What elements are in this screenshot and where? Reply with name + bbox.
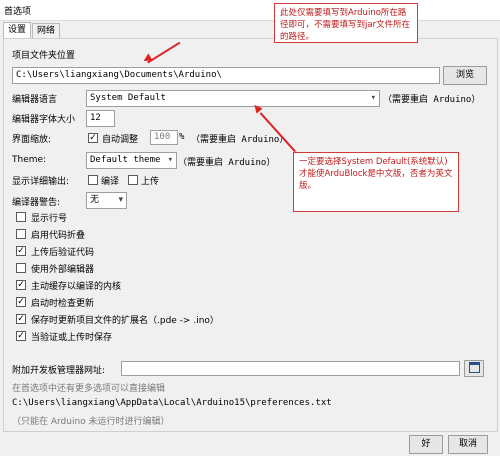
sketchbook-label: 项目文件夹位置 bbox=[12, 51, 76, 61]
option-checkbox[interactable] bbox=[16, 263, 26, 273]
option-update-extension[interactable]: ✓ 保存时更新项目文件的扩展名（.pde -> .ino） bbox=[16, 312, 316, 326]
board-manager-url-input[interactable] bbox=[121, 361, 460, 376]
check-icon: ✓ bbox=[17, 331, 25, 341]
check-icon: ✓ bbox=[17, 280, 25, 290]
check-icon: ✓ bbox=[17, 297, 25, 307]
option-label: 主动缓存以编译的内核 bbox=[31, 282, 122, 292]
theme-restart-note: （需要重启 Arduino） bbox=[178, 158, 276, 168]
window-icon bbox=[468, 362, 480, 373]
verbose-upload-checkbox[interactable] bbox=[128, 175, 138, 185]
ok-button[interactable]: 好 bbox=[409, 435, 443, 454]
warnings-value: 无 bbox=[90, 195, 100, 205]
font-size-input[interactable]: 12 bbox=[86, 110, 115, 127]
option-checkbox[interactable]: ✓ bbox=[16, 331, 26, 341]
verbose-upload-label: 上传 bbox=[141, 177, 160, 187]
language-restart-note: （需要重启 Arduino） bbox=[383, 95, 481, 105]
option-code-folding[interactable]: 启用代码折叠 bbox=[16, 227, 316, 241]
option-check-updates[interactable]: ✓ 启动时检查更新 bbox=[16, 295, 316, 309]
font-size-label: 编辑器字体大小 bbox=[12, 115, 76, 125]
chevron-down-icon: ▾ bbox=[118, 195, 123, 205]
check-icon: ✓ bbox=[17, 246, 25, 256]
option-checkbox[interactable]: ✓ bbox=[16, 297, 26, 307]
path-annotation: 此处仅需要填写到Arduino所在路径即可，不需要填写到jar文件所在的路径。 bbox=[274, 3, 418, 43]
chevron-down-icon: ▾ bbox=[167, 155, 173, 165]
language-label: 编辑器语言 bbox=[12, 95, 58, 105]
option-checkbox[interactable]: ✓ bbox=[16, 280, 26, 290]
window-title: 首选项 bbox=[4, 7, 32, 17]
option-label: 使用外部编辑器 bbox=[31, 265, 95, 275]
language-select[interactable]: System Default ▾ bbox=[86, 90, 380, 107]
title-bar: 首选项 bbox=[0, 0, 500, 21]
option-checkbox[interactable]: ✓ bbox=[16, 314, 26, 324]
scale-unit: % bbox=[179, 132, 185, 142]
scale-input[interactable]: 100 bbox=[150, 130, 178, 145]
option-cache-core[interactable]: ✓ 主动缓存以编译的内核 bbox=[16, 278, 316, 292]
option-show-line-numbers[interactable]: 显示行号 bbox=[16, 210, 316, 224]
option-label: 启用代码折叠 bbox=[31, 231, 86, 241]
option-checkbox[interactable]: ✓ bbox=[16, 246, 26, 256]
option-checkbox[interactable] bbox=[16, 229, 26, 239]
verbose-compile-checkbox[interactable] bbox=[88, 175, 98, 185]
more-prefs-note: 在首选项中还有更多选项可以直接编辑 bbox=[12, 384, 166, 394]
preferences-hint: （只能在 Arduino 未运行时进行编辑） bbox=[12, 417, 170, 427]
option-label: 启动时检查更新 bbox=[31, 299, 95, 309]
verbose-label: 显示详细输出: bbox=[12, 177, 70, 187]
auto-scale-checkbox[interactable]: ✓ bbox=[88, 133, 98, 143]
cancel-button[interactable]: 取消 bbox=[448, 435, 488, 454]
tab-network[interactable]: 网络 bbox=[32, 23, 61, 39]
option-checkbox[interactable] bbox=[16, 212, 26, 222]
edit-urls-button[interactable] bbox=[464, 360, 484, 377]
warnings-label: 编译器警告: bbox=[12, 198, 61, 208]
theme-value: Default theme bbox=[90, 155, 161, 165]
warnings-select[interactable]: 无 ▾ bbox=[86, 192, 127, 209]
option-label: 上传后验证代码 bbox=[31, 248, 95, 258]
language-value: System Default bbox=[90, 93, 166, 103]
option-label: 显示行号 bbox=[31, 214, 68, 224]
check-icon: ✓ bbox=[89, 133, 97, 143]
theme-label: Theme: bbox=[12, 155, 47, 165]
sketchbook-path-input[interactable]: C:\Users\liangxiang\Documents\Arduino\ bbox=[12, 67, 440, 84]
chevron-down-icon: ▾ bbox=[370, 93, 376, 103]
option-external-editor[interactable]: 使用外部编辑器 bbox=[16, 261, 316, 275]
auto-scale-label: 自动调整 bbox=[102, 135, 139, 145]
verbose-compile-label: 编译 bbox=[101, 177, 120, 187]
theme-select[interactable]: Default theme ▾ bbox=[86, 152, 177, 169]
tab-strip: 设置 网络 bbox=[0, 20, 500, 40]
option-label: 当验证或上传时保存 bbox=[31, 333, 113, 343]
scale-label: 界面缩放: bbox=[12, 135, 52, 145]
preferences-path[interactable]: C:\Users\liangxiang\AppData\Local\Arduin… bbox=[12, 398, 332, 408]
option-save-on-verify[interactable]: ✓ 当验证或上传时保存 bbox=[16, 329, 316, 343]
check-icon: ✓ bbox=[17, 314, 25, 324]
option-label: 保存时更新项目文件的扩展名（.pde -> .ino） bbox=[31, 316, 219, 326]
scale-restart-note: （需要重启 Arduino） bbox=[191, 135, 289, 145]
board-manager-label: 附加开发板管理器网址: bbox=[12, 366, 106, 376]
option-verify-after-upload[interactable]: ✓ 上传后验证代码 bbox=[16, 244, 316, 258]
language-annotation: 一定要选择System Default(系统默认)才能使ArduBlock是中文… bbox=[293, 152, 459, 212]
browse-button[interactable]: 浏览 bbox=[443, 66, 487, 85]
